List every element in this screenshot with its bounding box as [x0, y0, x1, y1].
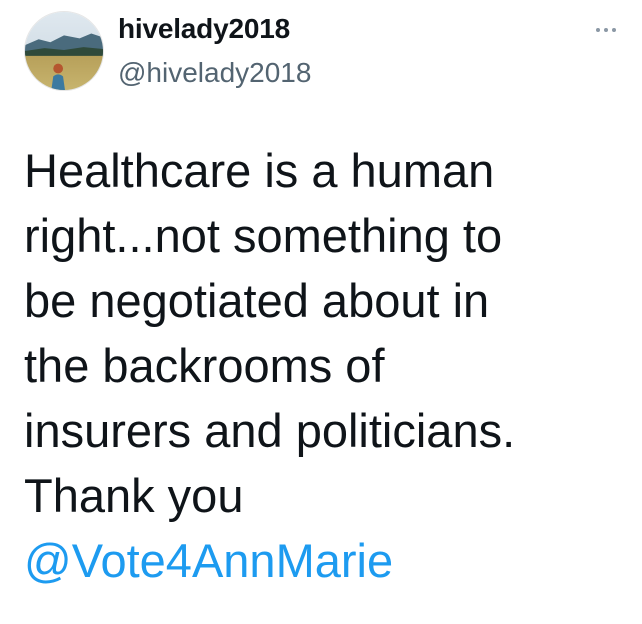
tweet-text-line: the backrooms of	[24, 339, 385, 392]
tweet-text-line: be negotiated about in	[24, 274, 490, 327]
more-dot	[596, 28, 600, 32]
tweet-text-line: Healthcare is a human	[24, 144, 495, 197]
display-name[interactable]: hivelady2018	[118, 12, 290, 46]
tweet-text-line: right...not something to	[24, 209, 503, 262]
avatar-image	[25, 12, 103, 90]
tweet-text-line-mention: @Vote4AnnMarie	[24, 528, 624, 593]
user-handle[interactable]: @hivelady2018	[118, 56, 311, 90]
more-dot	[612, 28, 616, 32]
mention-link[interactable]: @Vote4AnnMarie	[24, 534, 393, 587]
more-dot	[604, 28, 608, 32]
tweet-text-line: Thank you	[24, 469, 244, 522]
tweet-text: Healthcare is a human right...not someth…	[24, 138, 624, 593]
more-options-icon[interactable]	[588, 18, 624, 42]
tweet-card: hivelady2018 @hivelady2018 Healthcare is…	[0, 0, 642, 624]
tweet-text-line: insurers and politicians.	[24, 404, 516, 457]
user-avatar[interactable]	[24, 11, 104, 91]
